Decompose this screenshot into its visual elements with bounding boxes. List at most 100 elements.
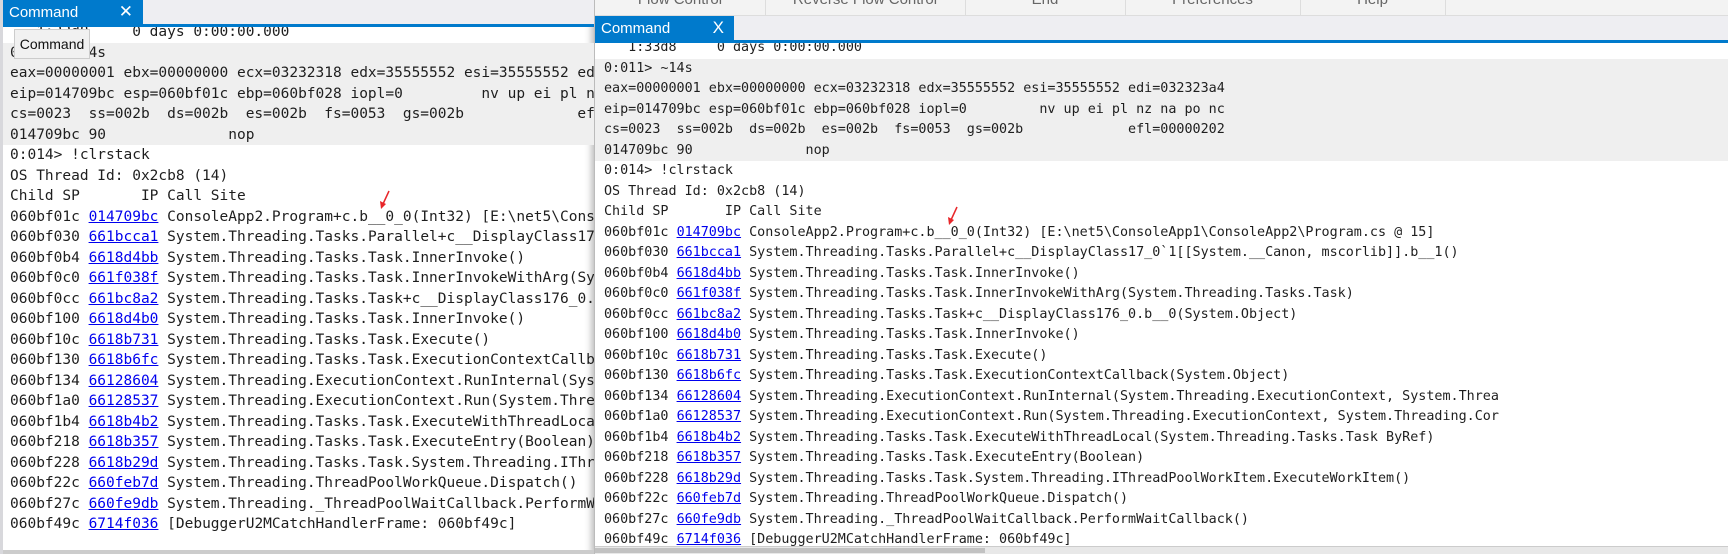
call-site: System.Threading.Tasks.Task.InnerInvoke(… — [749, 265, 1080, 281]
ip-link[interactable]: 6714f036 — [89, 516, 159, 532]
ip-link[interactable]: 6618b29d — [89, 455, 159, 471]
child-sp: 060bf49c — [10, 516, 80, 532]
menu-item-preferences[interactable]: Preferences — [1125, 0, 1301, 15]
stack-frame-row: 060bf1a0 66128537 System.Threading.Execu… — [604, 407, 1728, 428]
call-site: System.Threading.ThreadPoolWorkQueue.Dis… — [167, 475, 578, 491]
ip-link[interactable]: 6618d4bb — [677, 266, 742, 281]
stack-frame-row: 060bf10c 6618b731 System.Threading.Tasks… — [604, 346, 1728, 367]
close-icon[interactable]: ✕ — [119, 2, 133, 22]
menu-item-reverse-flow-control[interactable]: Reverse Flow Control — [765, 0, 966, 15]
tooltip: Command — [14, 29, 90, 59]
stack-frame-row: 060bf1a0 66128537 System.Threading.Execu… — [10, 391, 594, 412]
stack-frame-row: 060bf22c 660feb7d System.Threading.Threa… — [10, 473, 594, 494]
ip-link[interactable]: 6618d4b0 — [89, 311, 159, 327]
child-sp: 060bf130 — [10, 352, 80, 368]
call-site: System.Threading.Tasks.Task+c__DisplayCl… — [167, 290, 594, 307]
ip-link[interactable]: 6618b6fc — [677, 368, 742, 383]
stack-frame-row: 060bf10c 6618b731 System.Threading.Tasks… — [10, 330, 594, 351]
red-arrow-annotation — [947, 206, 958, 225]
output-line: 014709bc 90 nop — [595, 140, 1728, 161]
child-sp: 060bf27c — [10, 495, 80, 512]
stack-frame-row: 060bf27c 660fe9db System.Threading._Thre… — [10, 494, 594, 515]
menu-item-help[interactable]: Help — [1300, 0, 1446, 15]
child-sp: 060bf218 — [604, 450, 669, 465]
ip-link[interactable]: 6618b357 — [677, 450, 742, 465]
ip-link[interactable]: 661bc8a2 — [89, 291, 159, 307]
left-horizontal-scrollbar[interactable] — [3, 550, 594, 554]
call-site: System.Threading.Tasks.Task.System.Threa… — [749, 470, 1411, 486]
call-site: System.Threading.Tasks.Task.ExecuteWithT… — [167, 413, 594, 430]
call-site: System.Threading.Tasks.Task.ExecutionCon… — [167, 352, 594, 368]
stack-frame-row: 060bf0c0 661f038f System.Threading.Tasks… — [10, 268, 594, 289]
ip-link[interactable]: 66128537 — [89, 393, 159, 409]
output-line: eax=00000001 ebx=00000000 ecx=03232318 e… — [595, 79, 1728, 100]
ip-link[interactable]: 6618b6fc — [89, 352, 159, 368]
call-site: [DebuggerU2MCatchHandlerFrame: 060bf49c] — [749, 532, 1072, 547]
call-site: ConsoleApp2.Program+c.b__0_0(Int32) [E:\… — [167, 208, 594, 225]
stack-frame-row: 060bf134 66128604 System.Threading.Execu… — [604, 387, 1728, 408]
call-site: System.Threading.Tasks.Task+c__DisplayCl… — [749, 306, 1298, 322]
output-line: 0:011> ~14s — [595, 58, 1728, 79]
stack-frame-row: 060bf49c 6714f036 [DebuggerU2MCatchHandl… — [10, 514, 594, 535]
stack-frame-row: 060bf0b4 6618d4bb System.Threading.Tasks… — [604, 264, 1728, 285]
ribbon-menu: Flow ControlReverse Flow ControlEndPrefe… — [595, 0, 1728, 16]
right-command-tab[interactable]: Command X — [595, 16, 734, 40]
ip-link[interactable]: 6618b4b2 — [89, 414, 159, 430]
ip-link[interactable]: 6618d4bb — [89, 250, 159, 266]
ip-link[interactable]: 660feb7d — [89, 475, 159, 491]
close-icon[interactable]: X — [713, 18, 724, 38]
right-horizontal-scrollbar[interactable] — [595, 546, 1728, 554]
ip-link[interactable]: 661bcca1 — [89, 229, 159, 245]
child-sp: 060bf218 — [10, 434, 80, 450]
red-arrow-annotation — [379, 190, 390, 209]
ip-link[interactable]: 660feb7d — [677, 491, 742, 506]
ip-link[interactable]: 6618b731 — [89, 332, 159, 348]
child-sp: 060bf030 — [10, 229, 80, 245]
output-line: cs=0023 ss=002b ds=002b es=002b fs=0053 … — [595, 120, 1728, 141]
output-line: Child SP IP Call Site — [10, 188, 246, 204]
child-sp: 060bf0b4 — [10, 249, 80, 266]
ip-link[interactable]: 6618b731 — [677, 348, 742, 363]
stack-frame-row: 060bf0cc 661bc8a2 System.Threading.Tasks… — [10, 289, 594, 310]
ip-link[interactable]: 661f038f — [89, 270, 159, 286]
child-sp: 060bf22c — [604, 491, 669, 506]
call-site: System.Threading.Tasks.Parallel+c__Displ… — [749, 245, 1459, 260]
right-command-output: 1:33d8 0 days 0:00:00.000 0:011> ~14s eax=… — [595, 38, 1728, 551]
stack-frame-row: 060bf0cc 661bc8a2 System.Threading.Tasks… — [604, 305, 1728, 326]
scrollbar-thumb[interactable] — [595, 548, 985, 553]
call-site: System.Threading.Tasks.Task.ExecuteEntry… — [167, 434, 594, 450]
ip-link[interactable]: 661bcca1 — [677, 245, 742, 260]
child-sp: 060bf0c0 — [10, 270, 80, 286]
ip-link[interactable]: 660fe9db — [677, 512, 742, 527]
left-command-tab[interactable]: Command ✕ — [3, 0, 143, 24]
child-sp: 060bf01c — [10, 208, 80, 225]
ip-link[interactable]: 66128537 — [677, 409, 742, 424]
child-sp: 060bf100 — [10, 311, 80, 327]
ip-link[interactable]: 6618b357 — [89, 434, 159, 450]
menu-item-end[interactable]: End — [965, 0, 1126, 15]
ip-link[interactable]: 014709bc — [677, 225, 742, 240]
call-site: System.Threading.Tasks.Task.InnerInvokeW… — [167, 270, 594, 286]
ip-link[interactable]: 66128604 — [89, 373, 159, 389]
menu-item-flow-control[interactable]: Flow Control — [595, 0, 766, 15]
stack-frame-row: 060bf134 66128604 System.Threading.Execu… — [10, 371, 594, 392]
stack-frame-row: 060bf030 661bcca1 System.Threading.Tasks… — [10, 227, 594, 248]
ip-link[interactable]: 661f038f — [677, 286, 742, 301]
child-sp: 060bf0cc — [10, 290, 80, 307]
ip-link[interactable]: 6618d4b0 — [677, 327, 742, 342]
ip-link[interactable]: 66128604 — [677, 389, 742, 404]
ip-link[interactable]: 6714f036 — [677, 532, 742, 547]
left-tab-bar: Command ✕ — [3, 0, 594, 27]
output-line: 0:014> !clrstack — [10, 147, 150, 163]
output-line: OS Thread Id: 0x2cb8 (14) — [604, 183, 806, 199]
ip-link[interactable]: 660fe9db — [89, 496, 159, 512]
call-site: System.Threading.ExecutionContext.RunInt… — [167, 372, 594, 389]
ip-link[interactable]: 014709bc — [89, 209, 159, 225]
tab-label: Command — [601, 19, 671, 37]
ip-link[interactable]: 6618b4b2 — [677, 430, 742, 445]
ip-link[interactable]: 661bc8a2 — [677, 307, 742, 322]
child-sp: 060bf10c — [604, 347, 669, 363]
ip-link[interactable]: 6618b29d — [677, 471, 742, 486]
child-sp: 060bf228 — [604, 470, 669, 486]
stack-frame-row: 060bf100 6618d4b0 System.Threading.Tasks… — [604, 325, 1728, 346]
